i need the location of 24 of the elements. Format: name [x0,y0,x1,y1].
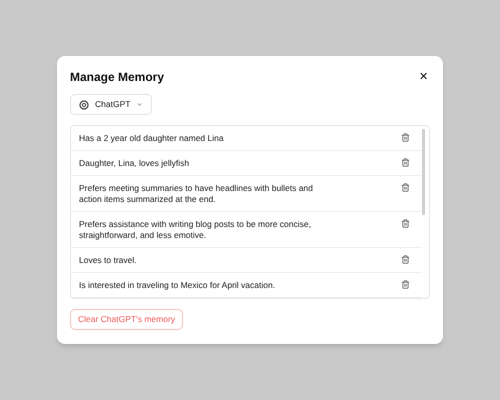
delete-button[interactable] [401,254,410,264]
chevron-icon [136,101,144,108]
delete-button[interactable] [401,280,410,288]
memory-text: Has a 2 year old daughter named Lina [79,132,224,144]
delete-button[interactable] [401,158,410,166]
trash-icon [401,218,410,228]
logo-icon [79,100,89,110]
dialog-title: Manage Memory [70,69,164,86]
trash-icon [401,182,410,192]
close-button[interactable]: ✕ [419,72,428,82]
delete-button[interactable] [401,182,410,192]
trash-icon [401,158,410,166]
trash-icon [401,280,410,288]
memory-text: Daughter, Lina, loves jellyfish [79,158,190,168]
scrollbar-thumb[interactable] [422,129,425,215]
delete-button[interactable] [401,218,410,228]
memory-text: Loves to travel. [79,254,137,266]
memory-text: Prefers meeting summaries to have headlines with bullets and action items summarized at the end. [79,182,314,204]
trash-icon [401,254,410,264]
delete-button[interactable] [401,132,410,142]
memory-text: Prefers assistance with writing blog posts to be more concise, straightforward, and less emotive. [79,218,312,240]
source-dropdown[interactable]: ChatGPT [70,94,152,115]
memory-text: Is interested in traveling to Mexico for April vacation. [79,280,276,290]
trash-icon [401,132,410,142]
